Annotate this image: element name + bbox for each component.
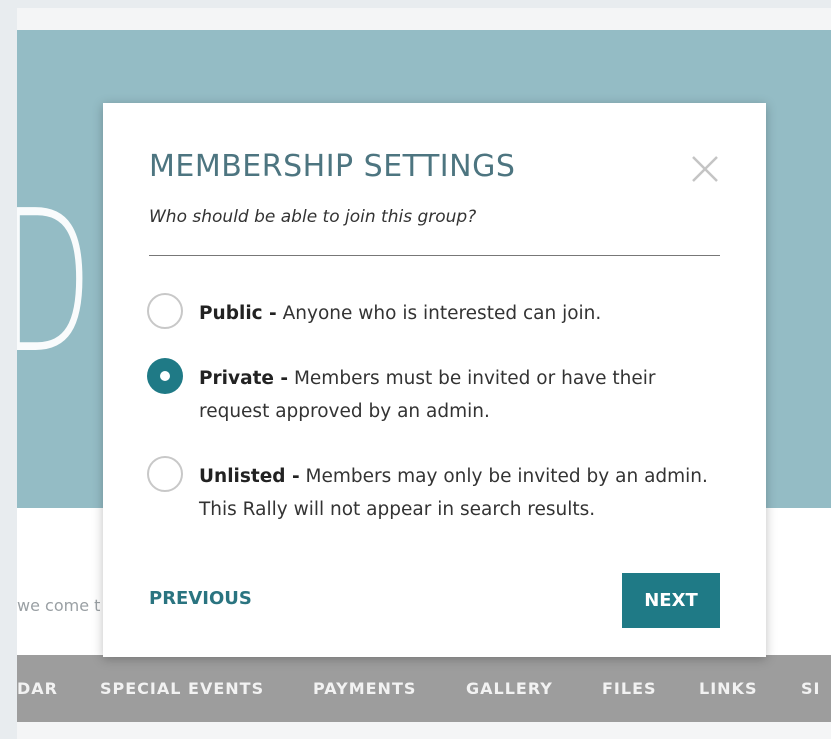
nav-item-signups[interactable]: SI	[801, 655, 820, 722]
option-private-label: Private -	[199, 368, 289, 389]
nav-item-gallery[interactable]: GALLERY	[466, 655, 553, 722]
close-icon[interactable]	[689, 153, 721, 185]
modal-title: MEMBERSHIP SETTINGS	[149, 149, 516, 184]
option-unlisted-text: Unlisted - Members may only be invited b…	[199, 460, 722, 526]
divider	[149, 255, 720, 256]
bottom-strip	[17, 722, 831, 739]
next-button[interactable]: NEXT	[622, 573, 720, 628]
radio-private[interactable]	[147, 358, 183, 394]
radio-public[interactable]	[147, 293, 183, 329]
membership-settings-modal: MEMBERSHIP SETTINGS Who should be able t…	[103, 103, 766, 657]
option-public-text: Public - Anyone who is interested can jo…	[199, 297, 722, 330]
option-private-text: Private - Members must be invited or hav…	[199, 362, 722, 428]
option-public[interactable]: Public - Anyone who is interested can jo…	[147, 293, 722, 333]
option-public-description: Anyone who is interested can join.	[276, 303, 602, 324]
nav-item-files[interactable]: FILES	[602, 655, 657, 722]
option-public-label: Public -	[199, 303, 277, 324]
top-strip	[17, 8, 831, 30]
option-unlisted[interactable]: Unlisted - Members may only be invited b…	[147, 456, 722, 526]
radio-unlisted[interactable]	[147, 456, 183, 492]
modal-subtitle: Who should be able to join this group?	[149, 207, 477, 227]
option-private[interactable]: Private - Members must be invited or hav…	[147, 358, 722, 428]
option-unlisted-label: Unlisted -	[199, 466, 300, 487]
nav-item-calendar[interactable]: DAR	[17, 655, 58, 722]
nav-item-links[interactable]: LINKS	[699, 655, 757, 722]
tagline: we come t	[17, 596, 101, 615]
group-navbar: DAR SPECIAL EVENTS PAYMENTS GALLERY FILE…	[17, 655, 831, 722]
previous-link[interactable]: PREVIOUS	[149, 588, 252, 609]
nav-item-payments[interactable]: PAYMENTS	[313, 655, 416, 722]
nav-item-special-events[interactable]: SPECIAL EVENTS	[100, 655, 264, 722]
